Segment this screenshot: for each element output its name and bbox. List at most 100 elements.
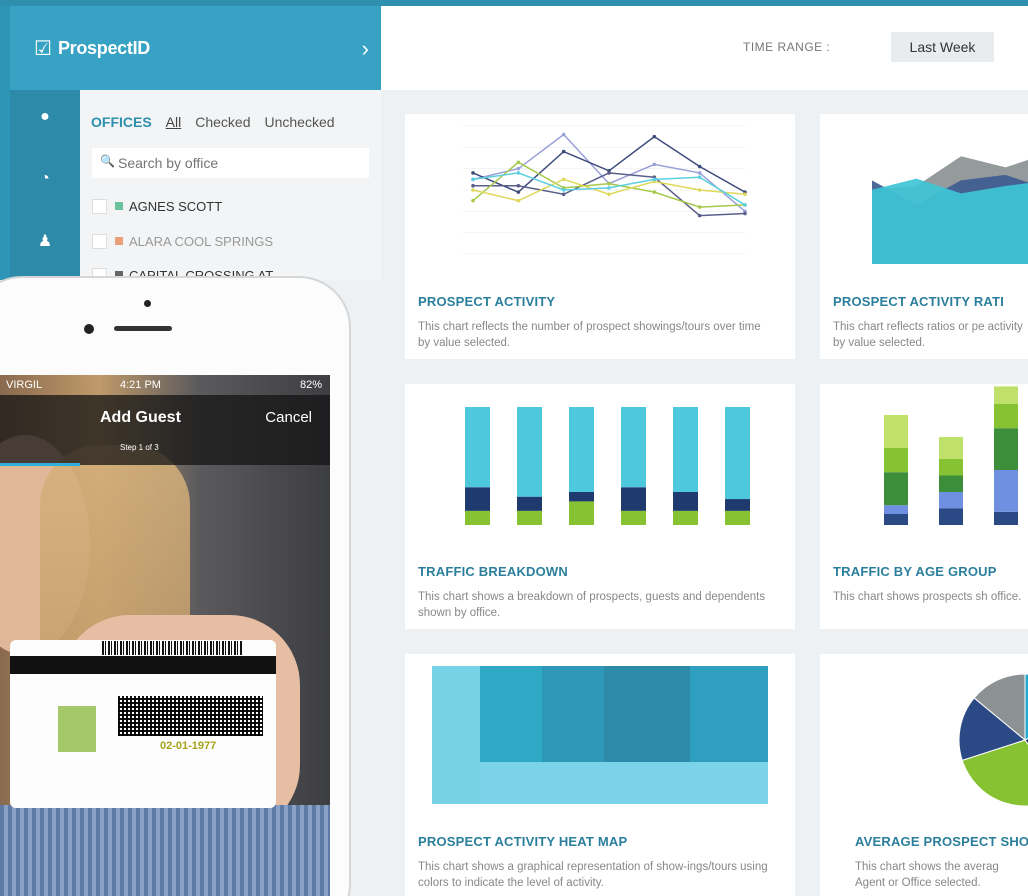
bar-segment [621,407,646,488]
heat-cell [480,762,768,804]
chart-card-prospect-activity[interactable]: PROSPECT ACTIVITY This chart reflects th… [405,114,795,359]
time-range-select[interactable]: Last Week [891,32,994,62]
card-title: PROSPECT ACTIVITY [418,294,556,309]
bar-segment [884,514,908,525]
data-point [697,175,702,179]
bar-segment [884,415,908,448]
bar-segment [939,508,963,525]
icon-sidebar: ● ◔ ♟ [10,90,80,280]
card-description: This chart shows a graphical representat… [418,861,768,889]
office-row[interactable]: AGNES SCOTT [92,195,222,217]
data-point [516,190,521,194]
data-point [652,134,657,139]
card-description: This chart shows a breakdown of prospect… [418,591,766,619]
app-name: ProspectID [57,37,150,58]
headset-icon[interactable]: ◔ [10,152,80,206]
bar-segment [939,437,963,459]
office-search-input[interactable] [92,148,369,178]
bar-segment [465,510,490,525]
data-point [743,203,747,207]
card-description: This chart reflects ratios or pe activit… [833,321,1023,349]
magstripe [10,656,276,674]
bar-segment [621,487,646,511]
cancel-button[interactable]: Cancel [265,409,312,426]
card-title: TRAFFIC BY AGE GROUP [833,564,997,579]
filter-all-tab[interactable]: All [166,114,182,130]
check-logo-icon: ☑ [34,37,52,60]
data-point [652,190,657,194]
filter-unchecked-tab[interactable]: Unchecked [265,114,335,130]
data-point [561,149,566,154]
step-progress [0,463,80,466]
card-title: PROSPECT ACTIVITY RATI [833,294,1005,309]
data-point [516,198,521,203]
chart-card-activity-ratio[interactable]: PROSPECT ACTIVITY RATI This chart reflec… [820,114,1028,359]
bar-segment [465,487,490,511]
offices-label: OFFICES [91,114,152,130]
data-point [471,183,475,188]
bar-segment [517,510,542,525]
card-title: TRAFFIC BREAKDOWN [418,564,568,579]
bar-segment [994,386,1018,404]
data-point [516,166,521,171]
card-title: PROSPECT ACTIVITY HEAT MAP [418,834,628,849]
search-icon: 🔍 [100,154,115,168]
id-date: 02-01-1977 [160,740,217,752]
data-point [561,188,566,192]
data-point [561,177,566,182]
carrier: VIRGIL [6,379,43,391]
chart-card-average-prospect[interactable]: AVERAGE PROSPECT SHO This chart shows th… [820,654,1028,896]
offices-panel: OFFICES All Checked Unchecked 🔍 AGNES SC… [80,90,381,283]
chart-card-traffic-breakdown[interactable]: TRAFFIC BREAKDOWN This chart shows a bre… [405,384,795,629]
data-point [607,181,611,186]
bar-segment [569,501,594,525]
office-name: AGNES SCOTT [129,198,223,214]
office-color-swatch [115,237,123,245]
person-icon[interactable]: ♟ [10,214,80,268]
bar-segment [725,407,750,500]
data-point [607,192,611,197]
data-point [743,211,747,216]
bar-segment [569,407,594,492]
data-point [743,192,747,197]
chart-card-heat-map[interactable]: PROSPECT ACTIVITY HEAT MAP This chart sh… [405,654,795,896]
id-photo [58,706,96,752]
bar-segment [939,475,963,492]
phone-sensor [144,300,151,307]
data-point [516,160,521,165]
barcode-2d [118,696,263,736]
bar-segment [517,496,542,511]
chart-card-traffic-age[interactable]: TRAFFIC BY AGE GROUP This chart shows pr… [820,384,1028,629]
data-point [516,183,521,188]
line-chart [463,125,747,255]
data-point [607,186,611,190]
stacked-bar-chart [884,386,1018,525]
left-edge-strip [0,6,10,280]
data-point [471,171,475,175]
phone-camera [84,324,94,334]
data-point [652,162,657,167]
data-point [697,188,702,192]
heat-cell [690,666,768,762]
heat-cell [432,666,480,804]
bar-segment [725,510,750,525]
screen-title: Add Guest [100,409,181,426]
location-pin-icon[interactable]: ● [10,90,80,144]
data-point [697,213,702,218]
status-bar: VIRGIL 4:21 PM 82% [0,375,330,395]
heat-map [432,666,768,804]
bar-segment [994,470,1018,512]
filter-checked-tab[interactable]: Checked [195,114,250,130]
bar-segment [673,407,698,492]
office-row[interactable]: ALARA COOL SPRINGS [92,230,273,252]
data-point [607,171,611,175]
bar-segment [465,407,490,488]
office-checkbox[interactable] [92,233,107,249]
office-color-swatch [115,202,123,210]
app-brand-bar[interactable]: ☑ ProspectID › [10,6,381,90]
bar-segment [939,492,963,509]
data-point [697,164,702,169]
office-checkbox[interactable] [92,198,107,214]
chevron-right-icon[interactable]: › [362,36,369,62]
phone-speaker [114,326,172,331]
